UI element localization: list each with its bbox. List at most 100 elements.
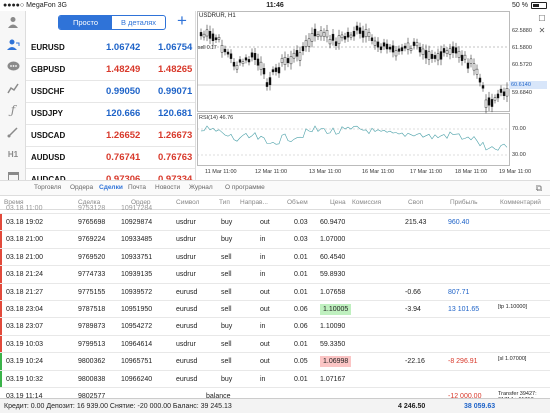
quote-ask: 1.48265 [158,64,193,75]
objects-icon[interactable] [3,123,23,141]
candle-body [217,37,221,40]
cell-price: 1.10005 [320,304,352,315]
table-row[interactable]: 03.18 21:00 9769520 10933751 usdrur sell in 0.… [0,248,550,267]
cell-order: 10939135 [121,271,153,279]
current-price-tag: 60.6140 [509,81,547,89]
cell-volume: 0.01 [294,340,308,348]
x-tick: 11 Mar 11:00 [205,169,237,175]
quote-bid: 120.666 [106,108,141,119]
chart-canvas[interactable] [197,11,550,179]
candle-body [295,50,299,57]
quote-row[interactable]: USDJPY 120.666 120.681 [26,103,195,125]
clock: 11:46 [266,2,284,9]
cell-swap: 215.43 [405,219,427,226]
function-icon[interactable]: ƒ [3,101,23,119]
cell-order: 10954272 [121,323,153,331]
table-row[interactable]: 03.18 21:24 9774733 10939135 usdrur sell in 0.… [0,266,550,284]
cell-dir: out [260,358,270,366]
cell-type: sell [221,358,232,366]
table-row[interactable]: 03.18 19:02 9765698 10929874 usdrur buy out 0.… [0,214,550,232]
quote-row[interactable]: AUDUSD 0.76741 0.76763 [26,147,195,169]
quote-symbol: USDJPY [31,109,64,118]
candle-body [493,97,497,101]
quote-row[interactable]: USDCAD 1.26652 1.26673 [26,125,195,147]
table-row[interactable]: 03.18 21:27 9775155 10939572 eurusd sell out 0… [0,283,550,301]
chart-window[interactable]: USDRUR, H1 sell 0.17 RSI(14) 46.76 60.61… [197,11,550,179]
x-tick: 19 Mar 11:00 [499,169,532,175]
candle-body [271,69,275,73]
candle-body [481,85,485,89]
candle-body [211,33,215,42]
quote-row[interactable]: EURUSD 1.06742 1.06754 [26,37,195,59]
tab-journal[interactable]: Журнал [189,184,213,191]
quotes-panel: Просто В деталях + EURUSD 1.06742 1.06754 G… [26,11,196,196]
chart-settings-icon[interactable]: ☐ [537,14,547,24]
candle-body [256,58,260,66]
cell-time: 03.18 21:00 [6,253,43,261]
candle-body [247,59,251,63]
candle-body [328,39,332,45]
chart-icon[interactable] [3,79,23,97]
quote-row[interactable]: GBPUSD 1.48249 1.48265 [26,59,195,81]
table-row[interactable]: 03.18 23:07 9789873 10954272 eurusd buy in 0.0… [0,318,550,336]
quotes-mode-toggle: Просто В деталях [58,15,166,30]
cell-comment: [tp 1.10000] [498,304,528,310]
table-row[interactable]: 03.19 10:24 9800362 10965751 eurusd sell out 0… [0,353,550,371]
cell-time: 03.19 10:03 [6,340,43,348]
cell-symbol: usdrur [176,271,196,279]
rsi-line [200,125,508,151]
cell-dir: in [260,253,266,261]
x-tick: 18 Mar 11:00 [455,169,488,175]
cell-price: 59.3350 [320,340,346,348]
cell-order: 10939572 [121,288,153,296]
cell-order: 10917284 [121,205,153,212]
quote-symbol: USDCAD [31,131,66,140]
tab-details[interactable]: В деталях [112,16,165,29]
table-row-partial[interactable]: 03.18 11:00 9753128 10917284 [0,205,550,214]
candle-body [499,88,503,93]
candle-body [388,46,392,50]
accounts-icon[interactable] [3,35,23,53]
chat-icon[interactable] [3,57,23,75]
layout-icon[interactable]: ⧉ [536,183,542,194]
table-row[interactable]: 03.18 23:04 9787518 10951950 eurusd sell out 0… [0,301,550,319]
person-icon[interactable] [3,13,23,31]
candle-body [472,63,476,71]
add-symbol-button[interactable]: + [174,12,190,29]
tab-orders[interactable]: Ордера [70,184,93,191]
row-marker [0,353,2,370]
table-row[interactable]: 03.19 10:32 9800838 10966240 eurusd buy in 0.0… [0,370,550,388]
row-marker [0,248,2,266]
cell-deal: 9753128 [78,205,106,212]
tab-about[interactable]: О программе [225,184,265,191]
candle-body [445,50,449,54]
position-line-label: sell 0.17 [198,45,217,51]
chart-close-icon[interactable]: ✕ [537,26,547,36]
row-marker [0,370,2,387]
quote-symbol: USDCHF [31,87,65,96]
candle-body [421,48,425,55]
candle-body [442,48,446,53]
tab-deals[interactable]: Сделки [99,184,123,191]
cell-swap: -22.16 [405,358,425,366]
cell-type: buy [221,219,233,226]
tab-trade[interactable]: Торговля [34,184,61,191]
cell-order: 10933751 [121,253,153,261]
tab-mail[interactable]: Почта [128,184,146,191]
candle-body [208,31,212,39]
y-tick: 60.5720 [512,62,532,68]
quote-ask: 0.99071 [158,86,193,97]
candle-body [319,30,323,37]
quote-symbol: GBPUSD [31,65,66,74]
table-row[interactable]: 03.19 10:03 9799513 10964614 usdrur sell out 0… [0,335,550,354]
left-toolbar: ƒ H1 [0,11,26,196]
cell-deal: 9800838 [78,375,106,383]
cell-price: 60.4540 [320,253,346,261]
table-row[interactable]: 03.18 21:00 9769224 10933485 usdrur buy in 0.0… [0,231,550,249]
tab-news[interactable]: Новости [155,184,180,191]
timeframe-button[interactable]: H1 [3,145,23,163]
row-marker [0,214,2,231]
tab-simple[interactable]: Просто [59,16,112,29]
candle-body [241,61,245,64]
quote-row[interactable]: USDCHF 0.99050 0.99071 [26,81,195,103]
